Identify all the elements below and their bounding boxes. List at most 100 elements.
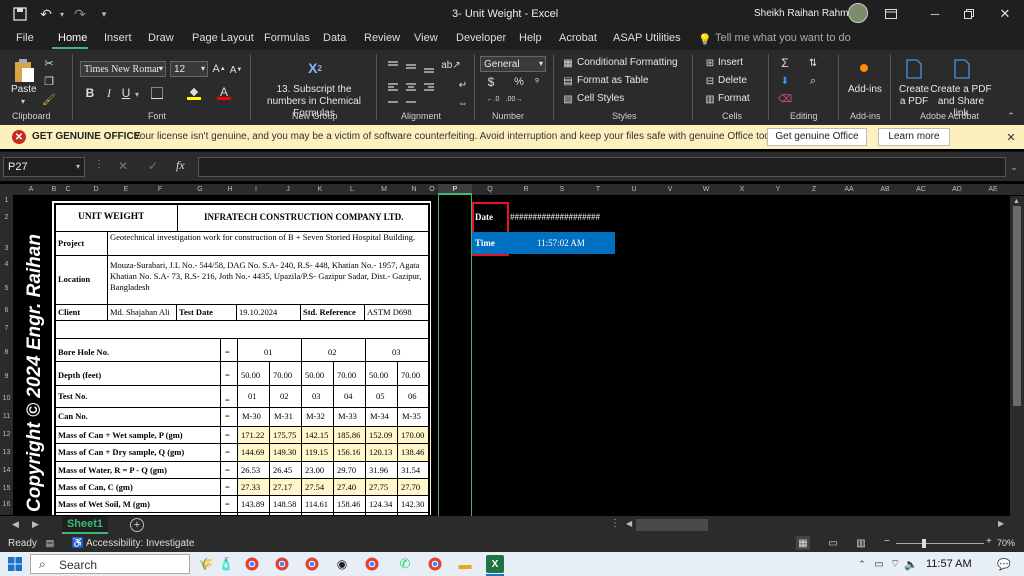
create-pdf-button[interactable]: Create a PDF	[898, 84, 930, 108]
row-header[interactable]: 2	[0, 214, 13, 221]
column-header[interactable]: F	[152, 184, 168, 195]
row-header[interactable]: 4	[0, 261, 13, 268]
zoom-level[interactable]: 70%	[997, 538, 1015, 548]
row-header[interactable]: 12	[0, 431, 13, 438]
add-sheet-icon[interactable]: +	[130, 518, 144, 532]
column-header[interactable]: X	[734, 184, 750, 195]
macro-record-icon[interactable]: ▤	[44, 537, 56, 549]
scroll-thumb[interactable]	[1013, 206, 1021, 406]
percent-icon[interactable]: %	[512, 75, 526, 89]
currency-icon[interactable]: $	[484, 75, 498, 89]
column-header[interactable]: S	[554, 184, 570, 195]
format-painter-icon[interactable]: 🖌	[42, 92, 56, 106]
wifi-icon[interactable]: ⌔	[888, 556, 902, 572]
close-message-icon[interactable]: ✕	[1004, 130, 1018, 144]
page-break-view-icon[interactable]: ▥	[854, 536, 868, 550]
column-header[interactable]: N	[406, 184, 422, 195]
column-header[interactable]: AA	[840, 184, 858, 195]
cell-styles-button[interactable]: Cell Styles	[577, 93, 624, 104]
get-genuine-office-button[interactable]: Get genuine Office	[767, 128, 867, 146]
volume-icon[interactable]: 🔈	[904, 556, 918, 572]
column-header[interactable]: E	[118, 184, 134, 195]
row-header[interactable]: 10	[0, 395, 13, 402]
font-size-select[interactable]: 12 ▾	[170, 61, 208, 77]
time-value[interactable]: 11:57:02 AM	[537, 238, 585, 248]
collapse-ribbon-icon[interactable]: ⌃	[1005, 110, 1017, 122]
find-select-icon[interactable]: ⌕	[806, 74, 820, 88]
chrome-icon[interactable]	[363, 555, 381, 573]
row-header[interactable]: 1	[0, 197, 13, 204]
column-header[interactable]: O	[426, 184, 438, 195]
taskbar-search-box[interactable]: ⌕ Search	[30, 554, 190, 574]
scroll-right-icon[interactable]: ▶	[998, 519, 1004, 528]
column-header[interactable]: Y	[770, 184, 786, 195]
undo-dropdown-icon[interactable]: ▾	[58, 8, 66, 20]
tab-split-dots-icon[interactable]: ⋮	[610, 518, 620, 529]
column-header[interactable]: R	[518, 184, 534, 195]
accessibility-status[interactable]: Accessibility: Investigate	[86, 538, 194, 549]
column-header[interactable]: Z	[806, 184, 822, 195]
column-header[interactable]: U	[626, 184, 642, 195]
column-header[interactable]: L	[344, 184, 360, 195]
close-icon[interactable]: ✕	[996, 5, 1014, 23]
font-color-icon[interactable]: A	[217, 85, 231, 100]
zoom-slider-track[interactable]	[896, 543, 984, 544]
tab-view[interactable]: View	[414, 32, 438, 44]
cut-icon[interactable]: ✂	[42, 56, 56, 70]
taskbar-clock[interactable]: 11:57 AM	[926, 558, 972, 570]
tab-acrobat[interactable]: Acrobat	[559, 32, 597, 44]
merge-center-icon[interactable]: ⇔	[456, 96, 470, 110]
clear-icon[interactable]: ⌫	[778, 92, 792, 106]
vertical-scrollbar[interactable]: ▲	[1010, 196, 1024, 516]
notifications-icon[interactable]: 💬	[996, 556, 1012, 572]
widgets-icon[interactable]: 🌾	[195, 555, 217, 573]
tab-home[interactable]: Home	[58, 32, 87, 44]
undo-icon[interactable]: ↶	[38, 6, 54, 22]
column-header[interactable]: AD	[948, 184, 966, 195]
chrome-icon[interactable]	[273, 555, 291, 573]
excel-taskbar-icon[interactable]: X	[486, 555, 504, 573]
network-icon[interactable]: ▭	[872, 556, 886, 572]
column-header-selected[interactable]: P	[438, 184, 472, 195]
redo-icon[interactable]: ↷	[72, 6, 88, 22]
avatar[interactable]	[848, 3, 868, 23]
column-header[interactable]: G	[192, 184, 208, 195]
save-icon[interactable]	[12, 6, 28, 22]
tray-overflow-icon[interactable]: ⌃	[856, 556, 868, 572]
column-header[interactable]: C	[62, 184, 74, 195]
windows-start-icon[interactable]	[8, 557, 22, 571]
column-header[interactable]: M	[376, 184, 392, 195]
tab-draw[interactable]: Draw	[148, 32, 174, 44]
customize-qat-icon[interactable]: ▾	[98, 6, 110, 22]
paste-dropdown-icon[interactable]: ▾	[18, 97, 28, 106]
bold-icon[interactable]: B	[84, 86, 96, 100]
file-explorer-icon[interactable]: ▬	[456, 555, 474, 573]
orientation-icon[interactable]: ab↗	[441, 58, 461, 72]
tab-file[interactable]: File	[16, 32, 34, 44]
row-header[interactable]: 16	[0, 501, 13, 508]
page-layout-view-icon[interactable]: ▭	[826, 536, 840, 550]
autosum-icon[interactable]: Σ	[778, 56, 792, 70]
minimize-icon[interactable]: ─	[926, 5, 944, 23]
column-header[interactable]: AB	[876, 184, 894, 195]
increase-decimal-icon[interactable]: ←.0	[484, 92, 502, 106]
tab-formulas[interactable]: Formulas	[264, 32, 310, 44]
sheet-tab-sheet1[interactable]: Sheet1	[62, 516, 108, 534]
column-header[interactable]: T	[590, 184, 606, 195]
zoom-slider-thumb[interactable]	[922, 539, 926, 548]
font-name-select[interactable]: Times New Romar ▾	[80, 61, 166, 77]
row-header[interactable]: 3	[0, 245, 13, 252]
row-header[interactable]: 5	[0, 285, 13, 292]
format-cells-button[interactable]: Format	[718, 93, 750, 104]
obs-icon[interactable]: ◉	[333, 555, 351, 573]
conditional-formatting-button[interactable]: Conditional Formatting	[577, 57, 678, 68]
fill-color-icon[interactable]: ◆	[187, 86, 201, 100]
format-as-table-button[interactable]: Format as Table	[577, 75, 649, 86]
row-header[interactable]: 9	[0, 373, 13, 380]
ribbon-display-icon[interactable]	[882, 5, 900, 23]
delete-cells-button[interactable]: Delete	[718, 75, 747, 86]
scroll-left-icon[interactable]: ◀	[626, 519, 632, 528]
formula-input[interactable]	[198, 157, 1006, 177]
scroll-up-icon[interactable]: ▲	[1013, 198, 1020, 205]
addins-button[interactable]: Add-ins	[848, 84, 882, 95]
